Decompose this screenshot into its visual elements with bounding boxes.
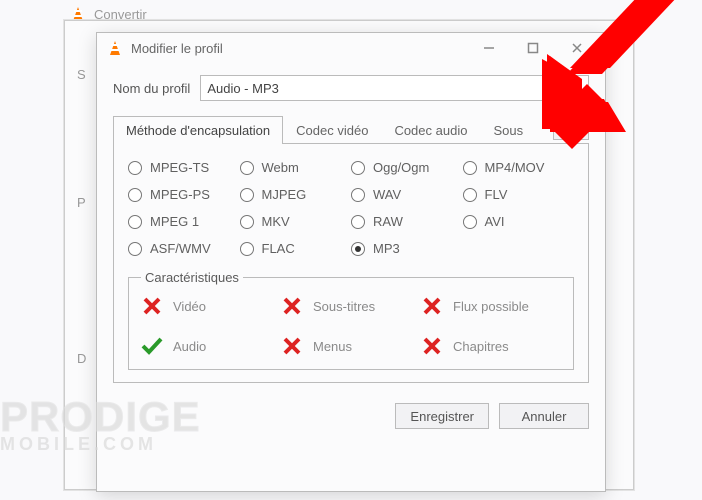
parent-d: D — [77, 351, 86, 366]
close-icon[interactable]: ✕ — [616, 25, 627, 41]
tab-codec-audio[interactable]: Codec audio — [381, 116, 480, 144]
tabbar: Méthode d'encapsulation Codec vidéo Code… — [113, 115, 589, 144]
feature-video: Vidéo — [141, 295, 281, 317]
cross-icon — [141, 295, 163, 317]
cross-icon — [421, 295, 443, 317]
radio-mpegts[interactable]: MPEG-TS — [128, 160, 240, 175]
tab-panel-encapsulation: MPEG-TS Webm Ogg/Ogm MP4/MOV MPEG-PS MJP… — [113, 144, 589, 383]
radio-flv[interactable]: FLV — [463, 187, 575, 202]
feature-subtitles: Sous-titres — [281, 295, 421, 317]
radio-mp4mov[interactable]: MP4/MOV — [463, 160, 575, 175]
radio-asfwmv[interactable]: ASF/WMV — [128, 241, 240, 256]
encapsulation-options: MPEG-TS Webm Ogg/Ogm MP4/MOV MPEG-PS MJP… — [128, 160, 574, 256]
cross-icon — [281, 295, 303, 317]
radio-webm[interactable]: Webm — [240, 160, 352, 175]
radio-mp3[interactable]: MP3 — [351, 241, 463, 256]
radio-mkv[interactable]: MKV — [240, 214, 352, 229]
radio-raw[interactable]: RAW — [351, 214, 463, 229]
cross-icon — [421, 335, 443, 357]
feature-streamable: Flux possible — [421, 295, 561, 317]
feature-chapters: Chapitres — [421, 335, 561, 357]
check-icon — [141, 335, 163, 357]
vlc-icon — [107, 41, 123, 55]
dialog-title: Modifier le profil — [131, 41, 223, 56]
cross-icon — [281, 335, 303, 357]
radio-oggogm[interactable]: Ogg/Ogm — [351, 160, 463, 175]
characteristics-legend: Caractéristiques — [141, 270, 243, 285]
tab-encapsulation[interactable]: Méthode d'encapsulation — [113, 116, 283, 144]
parent-s: S — [77, 67, 86, 82]
edit-profile-dialog: Modifier le profil Nom du profil Méthode… — [96, 32, 606, 492]
close-button[interactable] — [555, 36, 599, 60]
radio-flac[interactable]: FLAC — [240, 241, 352, 256]
radio-mjpeg[interactable]: MJPEG — [240, 187, 352, 202]
cancel-button[interactable]: Annuler — [499, 403, 589, 429]
parent-p: P — [77, 195, 86, 210]
save-button[interactable]: Enregistrer — [395, 403, 489, 429]
radio-mpeg1[interactable]: MPEG 1 — [128, 214, 240, 229]
radio-mpegps[interactable]: MPEG-PS — [128, 187, 240, 202]
tab-scroll-right[interactable]: ▸ — [571, 118, 589, 140]
radio-avi[interactable]: AVI — [463, 214, 575, 229]
feature-audio: Audio — [141, 335, 281, 357]
vlc-icon — [70, 7, 86, 21]
profile-name-input[interactable] — [200, 75, 589, 101]
minimize-button[interactable] — [467, 36, 511, 60]
profile-name-label: Nom du profil — [113, 81, 190, 96]
tab-codec-video[interactable]: Codec vidéo — [283, 116, 381, 144]
tab-scroll-left[interactable]: ◂ — [553, 118, 571, 140]
titlebar: Modifier le profil — [97, 33, 605, 63]
radio-wav[interactable]: WAV — [351, 187, 463, 202]
characteristics-group: Caractéristiques Vidéo Sous-titres Flux … — [128, 270, 574, 370]
tab-subtitles[interactable]: Sous — [480, 116, 536, 144]
maximize-button[interactable] — [511, 36, 555, 60]
feature-menus: Menus — [281, 335, 421, 357]
